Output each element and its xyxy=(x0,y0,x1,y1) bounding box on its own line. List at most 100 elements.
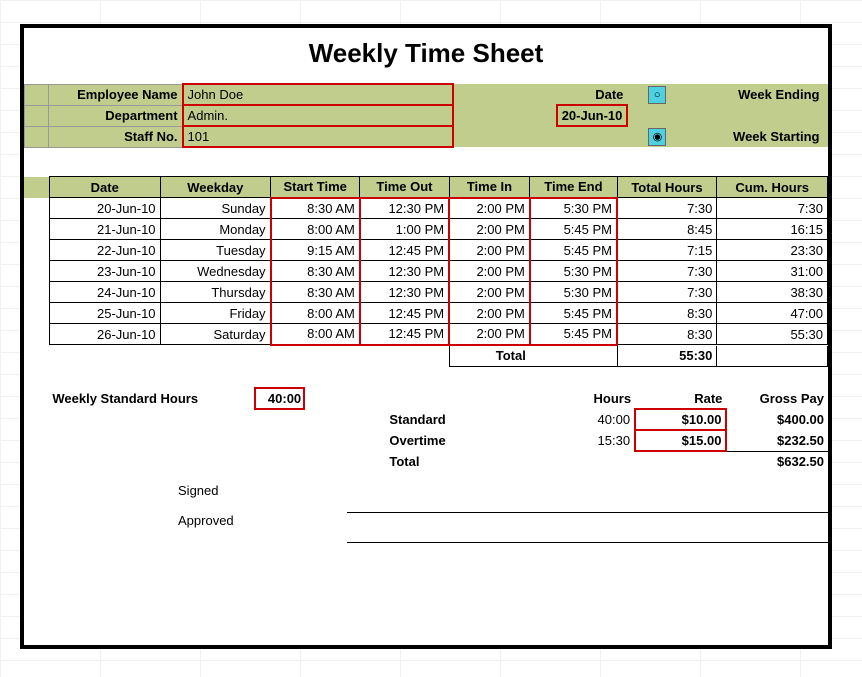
cell-end[interactable]: 5:45 PM xyxy=(530,324,617,345)
cell-start[interactable]: 8:30 AM xyxy=(271,282,360,303)
week-starting-toggle[interactable]: ◉ xyxy=(648,128,666,146)
label-staff-no: Staff No. xyxy=(49,126,183,147)
cell-cum: 38:30 xyxy=(717,282,828,303)
cell-end[interactable]: 5:30 PM xyxy=(530,198,617,219)
cell-date: 22-Jun-10 xyxy=(50,240,161,261)
cell-start[interactable]: 8:00 AM xyxy=(271,324,360,345)
value-weekly-std[interactable]: 40:00 xyxy=(255,388,304,409)
cell-in[interactable]: 2:00 PM xyxy=(449,282,530,303)
value-ot-rate[interactable]: $15.00 xyxy=(635,430,726,451)
cell-cum: 47:00 xyxy=(717,303,828,324)
totals-strip: Total 55:30 xyxy=(24,346,828,368)
cell-total: 7:30 xyxy=(617,282,717,303)
cell-end[interactable]: 5:45 PM xyxy=(530,303,617,324)
cell-cum: 31:00 xyxy=(717,261,828,282)
cell-in[interactable]: 2:00 PM xyxy=(449,324,530,345)
value-employee-name[interactable]: John Doe xyxy=(183,84,453,105)
cell-out[interactable]: 1:00 PM xyxy=(360,219,449,240)
cell-total: 8:30 xyxy=(617,324,717,345)
cell-date: 20-Jun-10 xyxy=(50,198,161,219)
cell-weekday: Friday xyxy=(160,303,271,324)
label-rate: Rate xyxy=(635,388,726,409)
value-std-rate[interactable]: $10.00 xyxy=(635,409,726,430)
cell-out[interactable]: 12:30 PM xyxy=(360,261,449,282)
cell-out[interactable]: 12:45 PM xyxy=(360,240,449,261)
cell-in[interactable]: 2:00 PM xyxy=(449,219,530,240)
cell-weekday: Sunday xyxy=(160,198,271,219)
cell-out[interactable]: 12:30 PM xyxy=(360,198,449,219)
label-date: Date xyxy=(557,84,628,105)
cell-start[interactable]: 8:30 AM xyxy=(271,198,360,219)
summary-table: Weekly Standard Hours 40:00 Hours Rate G… xyxy=(24,387,828,472)
cell-start[interactable]: 9:15 AM xyxy=(271,240,360,261)
label-signed: Signed xyxy=(174,482,347,512)
cell-date: 25-Jun-10 xyxy=(50,303,161,324)
label-approved: Approved xyxy=(174,512,347,542)
label-overtime: Overtime xyxy=(385,430,554,451)
signature-table: Signed Approved xyxy=(24,482,828,543)
cell-out[interactable]: 12:45 PM xyxy=(360,303,449,324)
label-week-ending: Week Ending xyxy=(687,84,827,105)
value-std-hours: 40:00 xyxy=(554,409,635,430)
cell-weekday: Tuesday xyxy=(160,240,271,261)
cell-weekday: Wednesday xyxy=(160,261,271,282)
value-ot-pay: $232.50 xyxy=(726,430,828,451)
cell-end[interactable]: 5:30 PM xyxy=(530,282,617,303)
label-total2: Total xyxy=(385,451,554,472)
cell-cum: 23:30 xyxy=(717,240,828,261)
cell-weekday: Thursday xyxy=(160,282,271,303)
cell-start[interactable]: 8:00 AM xyxy=(271,219,360,240)
value-staff-no[interactable]: 101 xyxy=(183,126,453,147)
cell-total: 8:45 xyxy=(617,219,717,240)
cell-date: 24-Jun-10 xyxy=(50,282,161,303)
cell-total: 8:30 xyxy=(617,303,717,324)
cell-end[interactable]: 5:45 PM xyxy=(530,219,617,240)
value-total-pay: $632.50 xyxy=(726,451,828,472)
col-time-in: Time In xyxy=(449,177,530,198)
timesheet-container: Weekly Time Sheet Employee Name John Doe… xyxy=(20,24,832,649)
table-row: 21-Jun-10Monday8:00 AM1:00 PM2:00 PM5:45… xyxy=(24,219,828,240)
table-row: 22-Jun-10Tuesday9:15 AM12:45 PM2:00 PM5:… xyxy=(24,240,828,261)
col-time-end: Time End xyxy=(530,177,617,198)
label-total: Total xyxy=(449,346,530,367)
col-total-hours: Total Hours xyxy=(617,177,717,198)
cell-start[interactable]: 8:00 AM xyxy=(271,303,360,324)
cell-weekday: Saturday xyxy=(160,324,271,345)
label-standard: Standard xyxy=(385,409,554,430)
value-department[interactable]: Admin. xyxy=(183,105,453,126)
label-weekly-std: Weekly Standard Hours xyxy=(48,388,255,409)
cell-total: 7:30 xyxy=(617,261,717,282)
cell-date: 21-Jun-10 xyxy=(50,219,161,240)
sheet-title: Weekly Time Sheet xyxy=(24,28,828,83)
cell-in[interactable]: 2:00 PM xyxy=(449,198,530,219)
value-grand-total: 55:30 xyxy=(617,346,717,367)
col-time-out: Time Out xyxy=(360,177,449,198)
table-row: 24-Jun-10Thursday8:30 AM12:30 PM2:00 PM5… xyxy=(24,282,828,303)
table-row: 23-Jun-10Wednesday8:30 AM12:30 PM2:00 PM… xyxy=(24,261,828,282)
col-weekday: Weekday xyxy=(160,177,271,198)
cell-end[interactable]: 5:30 PM xyxy=(530,261,617,282)
cell-in[interactable]: 2:00 PM xyxy=(449,240,530,261)
label-gross-pay: Gross Pay xyxy=(726,388,828,409)
cell-end[interactable]: 5:45 PM xyxy=(530,240,617,261)
cell-cum: 16:15 xyxy=(717,219,828,240)
col-start: Start Time xyxy=(271,177,360,198)
cell-out[interactable]: 12:45 PM xyxy=(360,324,449,345)
week-ending-toggle[interactable]: ○ xyxy=(648,86,666,104)
cell-in[interactable]: 2:00 PM xyxy=(449,261,530,282)
approved-line[interactable] xyxy=(347,512,828,542)
cell-start[interactable]: 8:30 AM xyxy=(271,261,360,282)
label-week-starting: Week Starting xyxy=(687,126,827,147)
cell-total: 7:30 xyxy=(617,198,717,219)
cell-date: 26-Jun-10 xyxy=(50,324,161,345)
signature-line[interactable] xyxy=(347,482,828,512)
value-std-pay: $400.00 xyxy=(726,409,828,430)
cell-weekday: Monday xyxy=(160,219,271,240)
cell-in[interactable]: 2:00 PM xyxy=(449,303,530,324)
label-hours: Hours xyxy=(554,388,635,409)
col-cum-hours: Cum. Hours xyxy=(717,177,828,198)
cell-total: 7:15 xyxy=(617,240,717,261)
info-table: Employee Name John Doe Date ○ Week Endin… xyxy=(24,83,828,148)
value-date[interactable]: 20-Jun-10 xyxy=(557,105,628,126)
cell-out[interactable]: 12:30 PM xyxy=(360,282,449,303)
